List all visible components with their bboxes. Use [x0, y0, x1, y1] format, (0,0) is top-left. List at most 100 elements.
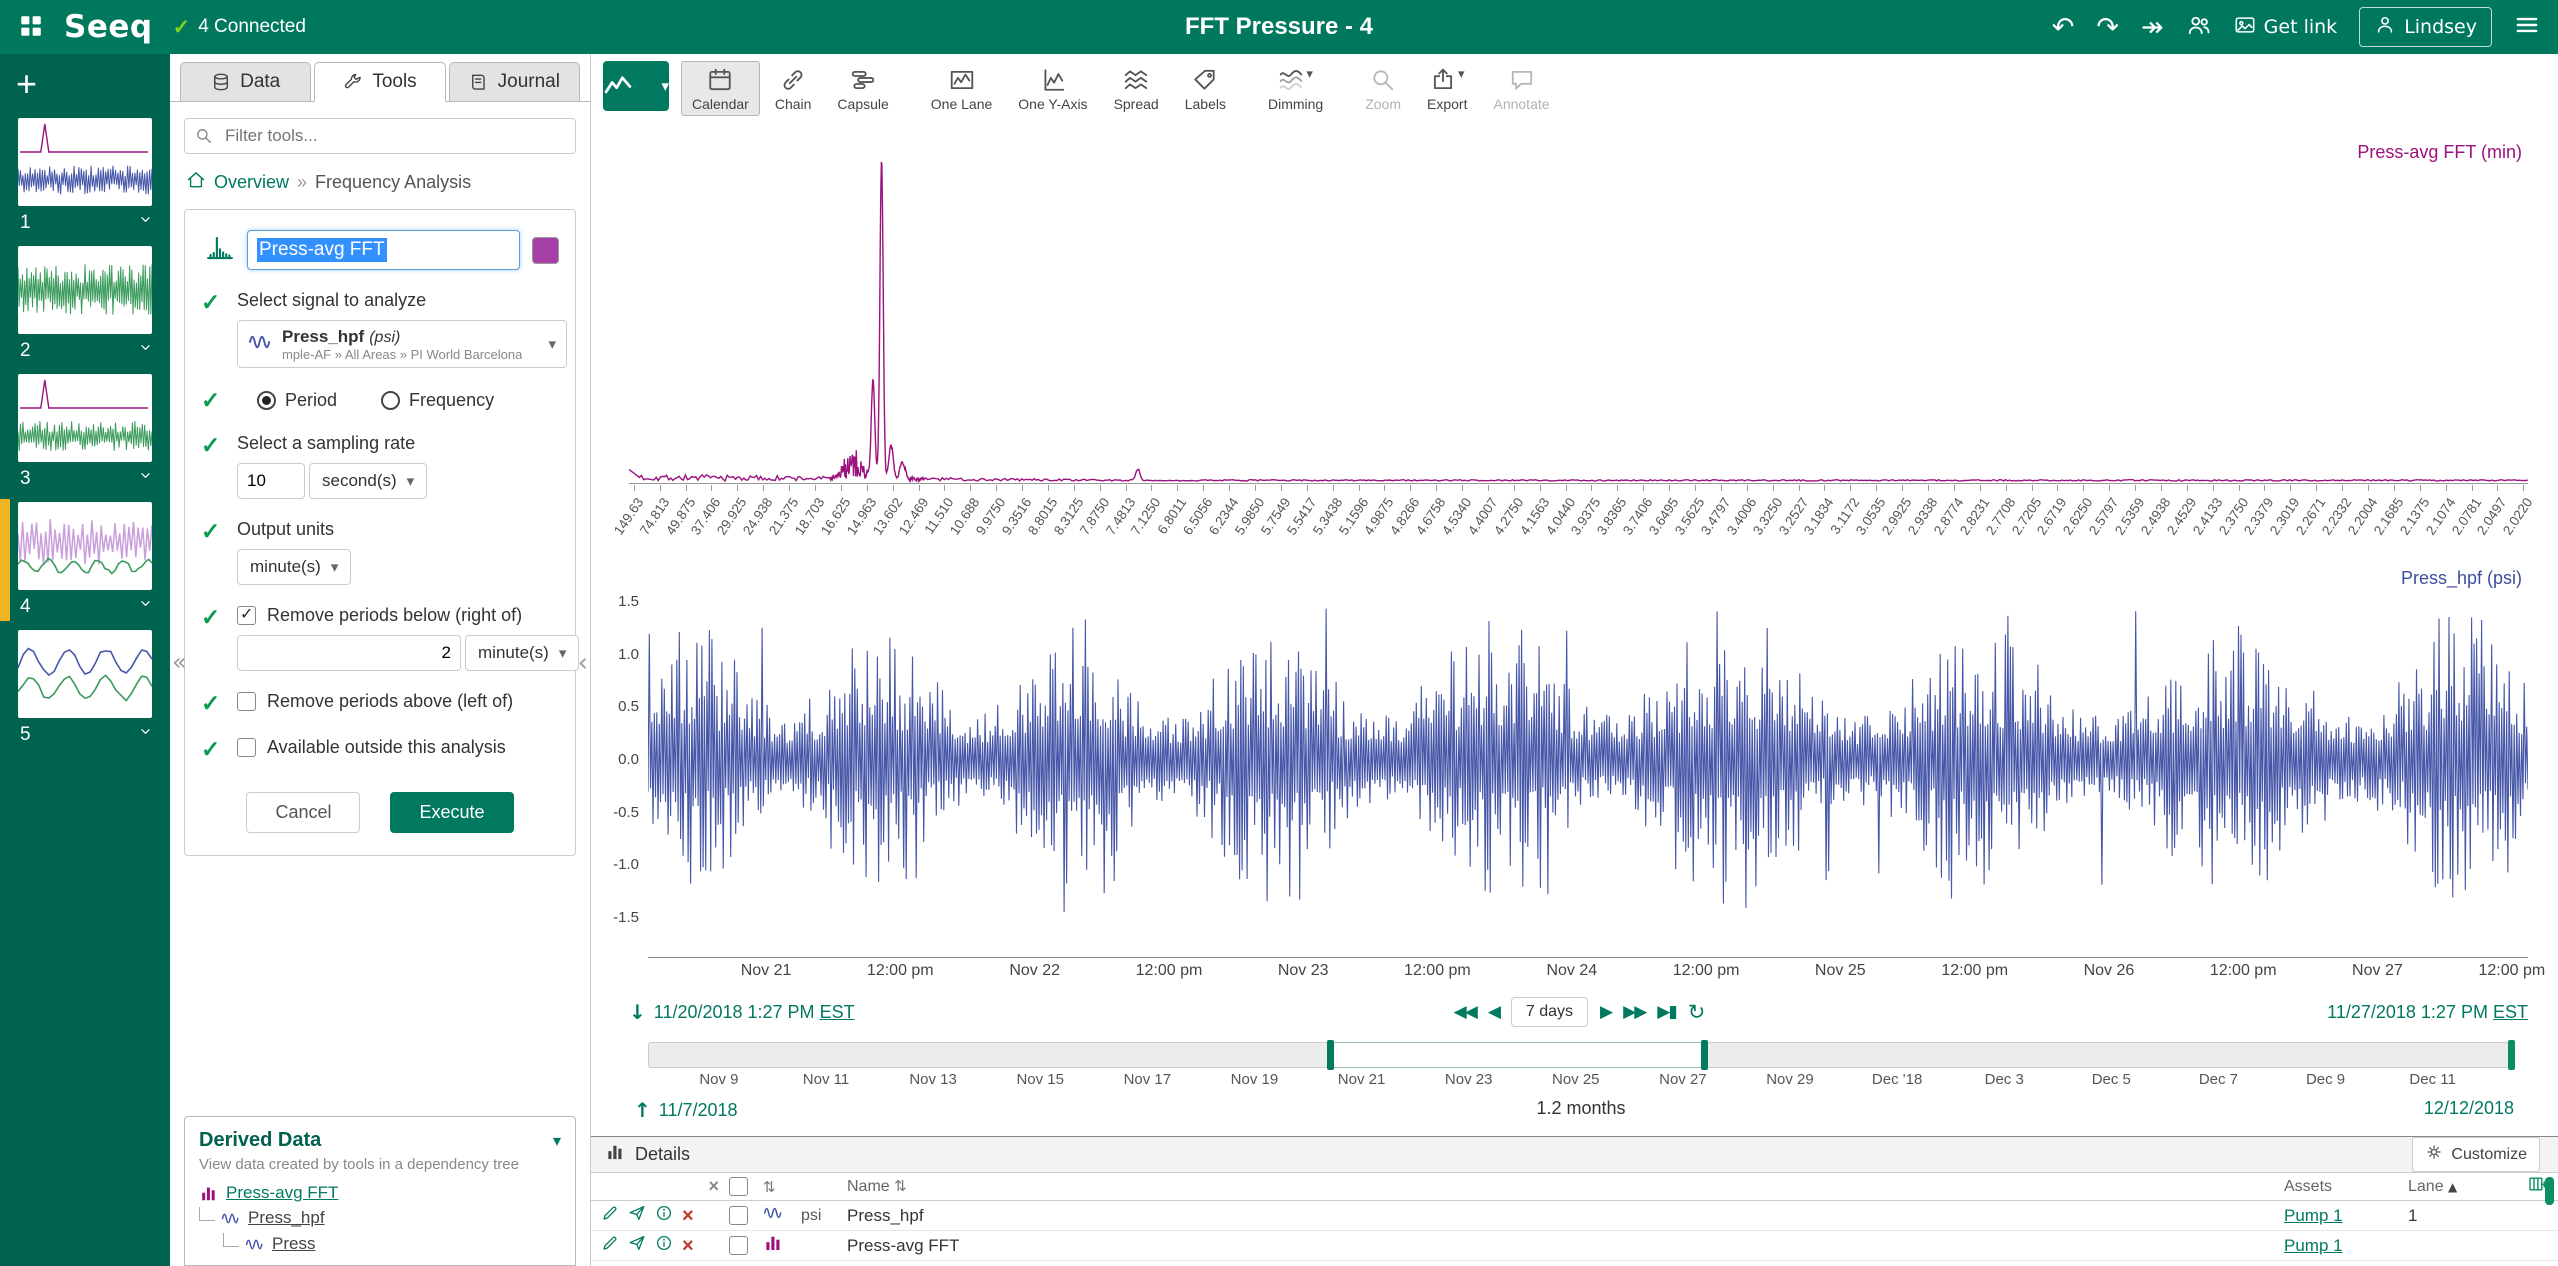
row-checkbox[interactable] — [729, 1206, 748, 1225]
timeline-selection[interactable] — [1329, 1042, 1706, 1068]
timeline-track[interactable] — [648, 1042, 2514, 1068]
duration-button[interactable]: 7 days — [1511, 997, 1588, 1027]
home-icon[interactable] — [186, 170, 206, 195]
auto-update-button[interactable]: ↻ — [1688, 1000, 1706, 1024]
timeline-end-handle[interactable] — [2508, 1040, 2515, 1070]
new-worksheet-button[interactable]: + — [16, 66, 37, 102]
worksheet-menu-chevron-icon[interactable] — [137, 339, 154, 362]
result-name-input[interactable]: Press-avg FFT — [247, 230, 520, 270]
assets-column-header[interactable]: Assets — [2284, 1178, 2408, 1196]
toolbar-export-button[interactable]: ▾Export — [1416, 61, 1478, 116]
get-link-button[interactable]: Get link — [2234, 14, 2338, 40]
sort-name-button[interactable]: ⇅ — [894, 1177, 907, 1195]
worksheet-thumbnail[interactable] — [18, 246, 152, 334]
edit-item-button[interactable] — [601, 1204, 619, 1227]
worksheet-thumbnail[interactable] — [18, 118, 152, 206]
worksheet-item-2[interactable]: 2 — [18, 246, 158, 362]
sampling-unit-dropdown[interactable]: second(s)▾ — [309, 463, 427, 499]
investigate-start-date[interactable]: 11/7/2018 — [659, 1100, 738, 1121]
select-all-checkbox[interactable] — [729, 1177, 748, 1196]
color-swatch[interactable] — [532, 237, 559, 264]
cancel-button[interactable]: Cancel — [246, 792, 360, 833]
name-column-header[interactable]: Name — [847, 1178, 890, 1195]
step-forward-many-button[interactable]: ▶▶ — [1623, 1002, 1645, 1022]
worksheet-thumbnail[interactable] — [18, 630, 152, 718]
edit-item-button[interactable] — [601, 1234, 619, 1257]
undo-button[interactable]: ↶ — [2052, 14, 2075, 41]
filter-tools-input[interactable] — [184, 118, 576, 154]
toolbar-one-y-axis-button[interactable]: One Y-Axis — [1007, 61, 1098, 116]
worksheet-item-5[interactable]: 5 — [18, 630, 158, 746]
step-forward-button[interactable]: ▶ — [1600, 1002, 1611, 1022]
remove-below-checkbox[interactable]: Remove periods below (right of) — [237, 605, 522, 625]
send-item-button[interactable] — [628, 1204, 646, 1227]
app-grid-icon[interactable] — [18, 13, 44, 42]
toolbar-dimming-button[interactable]: ▾Dimming — [1257, 61, 1334, 116]
connected-status[interactable]: ✓ 4 Connected — [173, 15, 306, 40]
tab-data[interactable]: Data — [180, 62, 311, 102]
toolbar-calendar-button[interactable]: Calendar — [681, 61, 760, 116]
step-to-end-button[interactable]: ▶▮ — [1657, 1002, 1675, 1022]
investigate-end-date[interactable]: 12/12/2018 — [2424, 1098, 2514, 1119]
worksheet-item-3[interactable]: 3 — [18, 374, 158, 490]
worksheet-item-4[interactable]: 4 — [18, 502, 158, 618]
row-checkbox[interactable] — [729, 1236, 748, 1255]
remove-above-checkbox[interactable]: Remove periods above (left of) — [237, 691, 559, 712]
display-range-end[interactable]: 11/27/2018 1:27 PM EST — [2327, 1002, 2528, 1022]
worksheet-menu-chevron-icon[interactable] — [137, 211, 154, 234]
signal-plot-area[interactable] — [648, 562, 2528, 958]
details-scrollbar[interactable] — [2545, 1177, 2554, 1205]
worksheet-thumbnail[interactable] — [18, 502, 152, 590]
sampling-rate-input[interactable] — [237, 463, 305, 499]
available-outside-checkbox[interactable]: Available outside this analysis — [237, 737, 559, 758]
trend-view-button[interactable]: ▾ — [603, 61, 669, 111]
signal-select-dropdown[interactable]: Press_hpf (psi) mple-AF » All Areas » PI… — [237, 320, 567, 368]
timeline-right-handle[interactable] — [1701, 1040, 1708, 1070]
breadcrumb-overview-link[interactable]: Overview — [214, 172, 289, 193]
remove-item-button[interactable]: × — [682, 1236, 694, 1256]
derived-item-link[interactable]: Press-avg FFT — [226, 1183, 338, 1203]
worksheet-menu-chevron-icon[interactable] — [137, 595, 154, 618]
send-item-button[interactable] — [628, 1234, 646, 1257]
frequency-radio[interactable]: Frequency — [381, 390, 494, 411]
row-asset-link[interactable]: Pump 1 — [2284, 1206, 2408, 1226]
user-menu-button[interactable]: Lindsey — [2359, 7, 2492, 47]
hamburger-menu-button[interactable] — [2514, 12, 2540, 43]
sort-type-button[interactable]: ⇅ — [763, 1178, 801, 1196]
tab-tools[interactable]: Tools — [314, 62, 445, 102]
step-back-many-button[interactable]: ◀◀ — [1454, 1002, 1476, 1022]
item-info-button[interactable] — [655, 1204, 673, 1227]
users-button[interactable] — [2186, 12, 2212, 43]
derived-item-link[interactable]: Press_hpf — [248, 1208, 325, 1228]
item-info-button[interactable] — [655, 1234, 673, 1257]
tab-journal[interactable]: Journal — [449, 62, 580, 102]
chevron-down-icon[interactable]: ▾ — [553, 1131, 561, 1150]
collapse-sidebar-handle[interactable]: « — [172, 648, 187, 676]
output-unit-dropdown[interactable]: minute(s)▾ — [237, 549, 351, 585]
investigate-duration[interactable]: 1.2 months — [1536, 1098, 1625, 1119]
timeline-left-handle[interactable] — [1327, 1040, 1334, 1070]
remove-item-button[interactable]: × — [682, 1206, 694, 1226]
toolbar-labels-button[interactable]: Labels — [1174, 61, 1237, 116]
collapse-tools-handle[interactable]: ‹ — [578, 648, 588, 678]
display-range-start[interactable]: 11/20/2018 1:27 PM EST — [654, 1002, 855, 1023]
lane-column-header[interactable]: Lane ▲ — [2408, 1178, 2498, 1196]
remove-all-button[interactable]: × — [601, 1176, 729, 1197]
toolbar-one-lane-button[interactable]: One Lane — [920, 61, 1004, 116]
toolbar-spread-button[interactable]: Spread — [1103, 61, 1170, 116]
step-back-button[interactable]: ◀ — [1488, 1002, 1499, 1022]
remove-below-unit-dropdown[interactable]: minute(s)▾ — [465, 635, 579, 671]
present-button[interactable]: ↠ — [2141, 14, 2164, 41]
worksheet-item-1[interactable]: 1 — [18, 118, 158, 234]
remove-below-value-input[interactable] — [237, 635, 461, 671]
period-radio[interactable]: Period — [257, 390, 337, 411]
worksheet-menu-chevron-icon[interactable] — [137, 723, 154, 746]
redo-button[interactable]: ↷ — [2096, 14, 2119, 41]
toolbar-chain-button[interactable]: Chain — [764, 61, 823, 116]
toolbar-capsule-button[interactable]: Capsule — [826, 61, 899, 116]
derived-item-link[interactable]: Press — [272, 1234, 315, 1254]
row-asset-link[interactable]: Pump 1 — [2284, 1236, 2408, 1256]
customize-button[interactable]: Customize — [2412, 1137, 2540, 1172]
execute-button[interactable]: Execute — [390, 792, 513, 833]
fft-plot-area[interactable] — [629, 140, 2528, 484]
